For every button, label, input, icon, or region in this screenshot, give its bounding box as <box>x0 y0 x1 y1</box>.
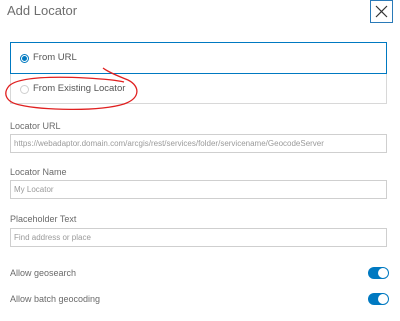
batch-geocoding-toggle[interactable] <box>368 293 389 305</box>
geosearch-label: Allow geosearch <box>10 268 77 278</box>
geosearch-row: Allow geosearch <box>10 267 390 281</box>
toggle-knob <box>378 294 388 304</box>
radio-from-url[interactable] <box>20 54 29 63</box>
locator-url-input[interactable] <box>10 134 387 153</box>
radio-from-existing-locator[interactable] <box>20 85 29 94</box>
geosearch-toggle[interactable] <box>368 267 389 279</box>
placeholder-text-label: Placeholder Text <box>10 214 77 224</box>
batch-geocoding-label: Allow batch geocoding <box>10 294 101 304</box>
option-from-existing-locator[interactable]: From Existing Locator <box>10 74 387 104</box>
toggle-knob <box>378 268 388 278</box>
batch-geocoding-row: Allow batch geocoding <box>10 293 390 307</box>
locator-url-label: Locator URL <box>10 121 61 131</box>
option-from-existing-locator-label: From Existing Locator <box>33 83 126 94</box>
placeholder-text-input[interactable] <box>10 228 387 247</box>
close-icon <box>375 5 388 18</box>
locator-name-label: Locator Name <box>10 167 67 177</box>
dialog-title: Add Locator <box>7 3 78 18</box>
dialog-header: Add Locator <box>0 0 400 23</box>
close-button[interactable] <box>370 0 393 23</box>
locator-name-input[interactable] <box>10 180 387 199</box>
option-from-url[interactable]: From URL <box>10 42 387 74</box>
option-from-url-label: From URL <box>33 52 77 63</box>
